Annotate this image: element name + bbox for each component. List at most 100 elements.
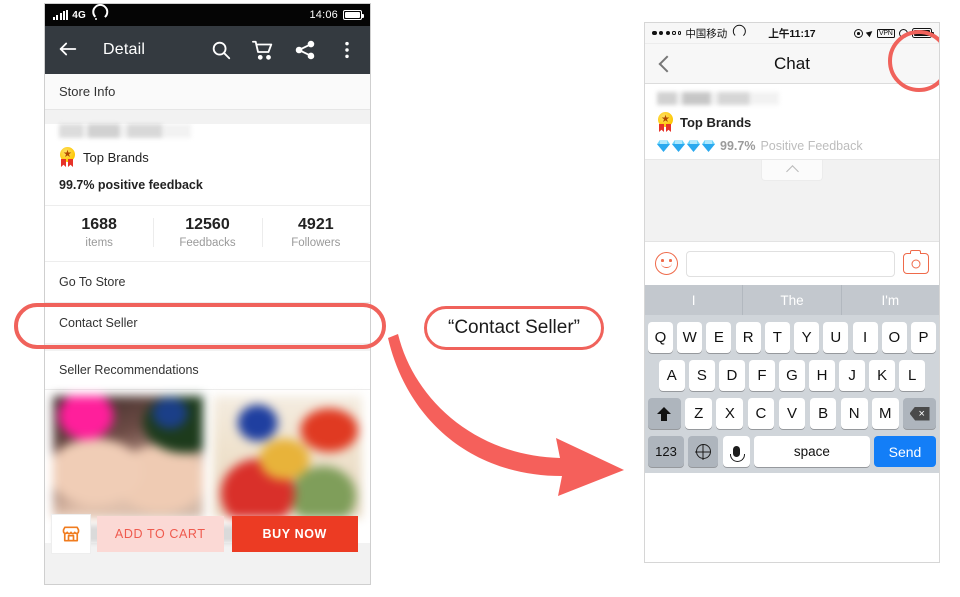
top-brands-medal-icon: ★ — [657, 112, 674, 132]
go-to-store-row[interactable]: Go To Store — [45, 261, 370, 302]
key-p[interactable]: P — [911, 322, 936, 353]
key-z[interactable]: Z — [685, 398, 713, 429]
key-n[interactable]: N — [840, 398, 868, 429]
feedback-row: 99.7% Positive Feedback — [657, 139, 927, 153]
left-phone-detail-screen: 4G 14:06 Detail Store Info ★ Top Brands … — [44, 3, 371, 585]
feedback-label: Positive Feedback — [760, 139, 863, 153]
stat-value: 1688 — [81, 216, 117, 233]
emoji-smiley-icon[interactable] — [655, 252, 678, 275]
share-icon[interactable] — [294, 39, 316, 61]
top-brands-label: Top Brands — [680, 114, 752, 130]
key-d[interactable]: D — [719, 360, 745, 391]
feedback-percent: 99.7% — [720, 139, 756, 153]
wifi-icon — [90, 10, 102, 20]
location-arrow-icon — [865, 28, 874, 38]
stat-label: items — [85, 237, 113, 249]
diamond-rating-icon — [657, 140, 715, 152]
key-x[interactable]: X — [716, 398, 744, 429]
storefront-icon[interactable] — [51, 514, 91, 554]
stat-value: 4921 — [298, 216, 334, 233]
chevron-left-icon[interactable] — [659, 55, 670, 73]
ios-keyboard: I The I'm Q W E R T Y U I O P A S D F G … — [645, 285, 939, 473]
purchase-bottom-bar: ADD TO CART BUY NOW — [45, 510, 370, 558]
store-name-blurred — [59, 124, 191, 138]
suggestion-bar: I The I'm — [645, 285, 939, 315]
add-to-cart-button[interactable]: ADD TO CART — [97, 516, 224, 552]
key-r[interactable]: R — [735, 322, 761, 353]
key-q[interactable]: Q — [648, 322, 673, 353]
chevron-up-icon[interactable] — [761, 160, 823, 181]
key-u[interactable]: U — [823, 322, 849, 353]
shift-icon[interactable] — [647, 398, 681, 429]
store-info-card: ★ Top Brands 99.7% positive feedback 168… — [45, 124, 370, 343]
contact-seller-row[interactable]: Contact Seller — [45, 302, 370, 343]
vpn-icon: VPN — [876, 28, 895, 38]
detail-scroll-body: Store Info ★ Top Brands 99.7% positive f… — [45, 74, 370, 584]
key-w[interactable]: W — [677, 322, 703, 353]
product-thumbnail — [53, 396, 203, 518]
product-thumbnail — [212, 396, 362, 518]
buy-now-button[interactable]: BUY NOW — [231, 516, 358, 552]
stat-feedbacks[interactable]: 12560 Feedbacks — [153, 216, 261, 249]
key-k[interactable]: K — [869, 360, 895, 391]
stat-value: 12560 — [185, 216, 230, 233]
android-status-bar: 4G 14:06 — [45, 4, 370, 26]
alarm-icon — [899, 28, 908, 38]
key-e[interactable]: E — [706, 322, 732, 353]
suggestion-1[interactable]: I — [645, 285, 742, 315]
key-m[interactable]: M — [871, 398, 899, 429]
message-input[interactable] — [686, 250, 895, 277]
camera-icon[interactable] — [903, 249, 929, 274]
signal-dots-icon — [652, 30, 682, 36]
key-s[interactable]: S — [689, 360, 715, 391]
keyboard-row-2: A S D F G H J K L — [645, 360, 939, 391]
search-icon[interactable] — [210, 39, 232, 61]
store-stats: 1688 items 12560 Feedbacks 4921 Follower… — [45, 205, 370, 261]
store-name-blurred — [657, 92, 779, 105]
key-t[interactable]: T — [764, 322, 790, 353]
globe-icon[interactable] — [688, 436, 719, 467]
top-brands-row: ★ Top Brands — [45, 138, 370, 167]
key-g[interactable]: G — [779, 360, 805, 391]
key-j[interactable]: J — [839, 360, 865, 391]
backspace-icon[interactable] — [903, 398, 937, 429]
ios-status-bar: 中国移动 上午11:17 VPN — [645, 23, 939, 44]
suggestion-2[interactable]: The — [742, 285, 840, 315]
numbers-key[interactable]: 123 — [648, 436, 684, 467]
more-vertical-icon[interactable] — [336, 39, 358, 61]
positive-feedback-text: 99.7% positive feedback — [59, 178, 203, 192]
back-arrow-icon[interactable] — [57, 38, 81, 62]
network-type-label: 4G — [72, 9, 86, 21]
key-l[interactable]: L — [899, 360, 926, 391]
key-a[interactable]: A — [658, 360, 685, 391]
space-key[interactable]: space — [754, 436, 870, 467]
chat-input-bar — [645, 241, 939, 285]
cart-icon[interactable] — [252, 39, 274, 61]
app-bar: Detail — [45, 26, 370, 74]
microphone-icon[interactable] — [722, 436, 750, 467]
send-button[interactable]: Send — [874, 436, 936, 467]
screenshot-stage: 4G 14:06 Detail Store Info ★ Top Brands … — [0, 0, 960, 597]
status-time: 14:06 — [309, 9, 338, 21]
curved-arrow-icon — [388, 334, 624, 496]
callout-pill: “Contact Seller” — [424, 306, 604, 350]
top-brands-label: Top Brands — [83, 149, 149, 165]
chat-title: Chat — [774, 53, 810, 73]
key-c[interactable]: C — [747, 398, 775, 429]
right-phone-chat-screen: 中国移动 上午11:17 VPN Chat ★ Top Brands 99.7%… — [644, 22, 940, 563]
key-i[interactable]: I — [852, 322, 878, 353]
key-h[interactable]: H — [809, 360, 835, 391]
stat-label: Followers — [291, 237, 341, 249]
stat-items[interactable]: 1688 items — [45, 216, 153, 249]
signal-bars-icon — [53, 10, 69, 20]
key-v[interactable]: V — [778, 398, 806, 429]
key-o[interactable]: O — [881, 322, 907, 353]
suggestion-3[interactable]: I'm — [840, 285, 939, 315]
key-f[interactable]: F — [749, 360, 775, 391]
chat-nav-bar: Chat — [645, 44, 939, 84]
page-title: Detail — [103, 41, 146, 58]
stat-followers[interactable]: 4921 Followers — [261, 216, 370, 249]
keyboard-row-1: Q W E R T Y U I O P — [645, 322, 939, 353]
key-b[interactable]: B — [809, 398, 837, 429]
key-y[interactable]: Y — [794, 322, 820, 353]
